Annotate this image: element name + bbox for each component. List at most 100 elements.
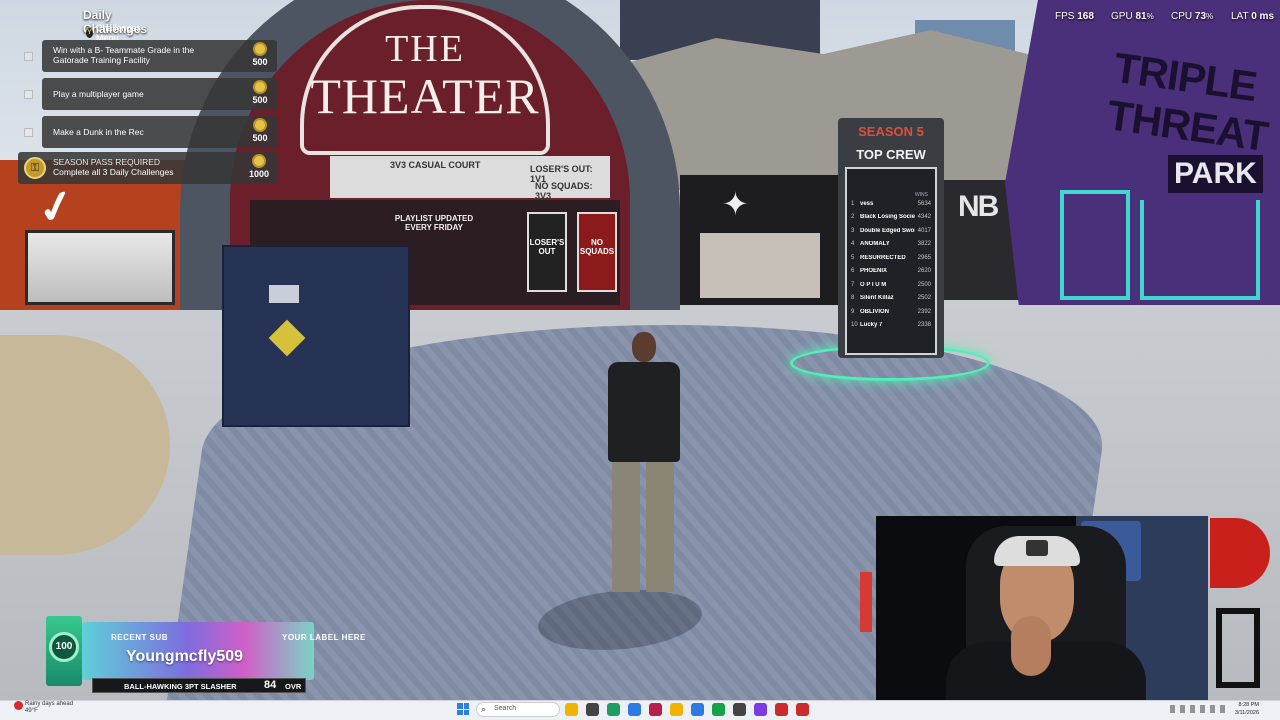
taskbar-clock[interactable]: 8:28 PM 3/11/2026 [1232,701,1259,717]
jordan-store [680,175,840,305]
leaderboard-crew-name: Double Edged Sword [860,227,915,234]
player-torso [608,362,680,462]
leaderboard-score: 2965 [917,254,931,261]
taskbar-search-input[interactable] [476,702,560,717]
player-build-name: BALL-HAWKING 3PT SLASHER [124,682,237,691]
challenge-item[interactable]: Win with a B- Teammate Grade in the Gato… [42,40,277,72]
season-pass-reward: 1000 [246,154,272,179]
player-leg [612,457,640,592]
player-leg [646,457,674,592]
taskbar-search-placeholder: Search [494,705,517,712]
leaderboard-score: 4017 [917,227,931,234]
reward-value: 500 [252,133,268,143]
your-label-text: YOUR LABEL HERE [282,633,366,642]
park-sign: PARK [1168,155,1263,193]
taskbar-app-icon[interactable] [775,703,788,716]
no-squads-poster-text: NO SQUADS [579,238,615,256]
leaderboard-row: 7 O P I U M 2500 [851,278,931,292]
season-pass-challenge[interactable]: ⚿ SEASON PASS REQUIRED Complete all 3 Da… [18,152,277,184]
challenge-item[interactable]: Play a multiplayer game 500 [42,78,277,110]
weather-alert-icon[interactable] [14,701,23,710]
challenge-reward: 500 [249,42,271,67]
weather-headline: Rainy days ahead [25,701,74,707]
challenge-text-line: Gatorade Training Facility [53,55,150,65]
taskbar-app-icon[interactable] [712,703,725,716]
streamer-hand [1011,616,1051,676]
losers-out-poster-text: LOSER'S OUT [529,238,565,256]
leaderboard-score: 2392 [917,308,931,315]
leaderboard-crew-name: Lucky 7 [860,322,883,329]
taskbar-app-icon[interactable] [607,703,620,716]
playlist-line-1: PLAYLIST UPDATED [394,214,474,223]
taskbar-app-icon[interactable] [565,703,578,716]
theater-marquee: 3V3 CASUAL COURT LOSER'S OUT: 1V1 NO SQU… [330,156,610,201]
leaderboard-rank: 6 [851,268,855,275]
leaderboard-score: 5634 [917,200,931,207]
player-character [598,332,688,602]
player-overall-label: OVR [285,682,302,691]
vc-coin-icon [253,80,267,94]
season-pass-description: Complete all 3 Daily Challenges [53,167,174,177]
webcam-frame-accent [860,572,872,632]
taskbar-app-icon[interactable] [796,703,809,716]
challenge-item[interactable]: Make a Dunk in the Rec 500 [42,116,277,148]
challenge-text: Win with a B- Teammate Grade in the Gato… [53,45,238,65]
leaderboard-row: 3 Double Edged Sword 4017 [851,224,931,238]
gpu-label: GPU [1111,11,1133,22]
taskbar-date: 3/11/2026 [1234,710,1259,716]
latency-unit: ms [1259,11,1274,22]
marquee-line-1: 3V3 CASUAL COURT [390,160,481,170]
player-overall-value: 84 [264,679,277,691]
leaderboard-row: 9 OBLIVION 2392 [851,305,931,319]
hazard-sign-icon [268,319,306,357]
taskbar-app-icon[interactable] [586,703,599,716]
shipping-container [222,245,410,427]
sub-badge-count: 100 [49,632,79,662]
theater-sign: THE THEATER [300,5,550,155]
streamer-brand-logo [1210,518,1280,698]
season-pass-lock-icon: ⚿ [24,157,46,179]
system-tray-icons[interactable] [1170,705,1225,713]
taskbar-app-icon[interactable] [733,703,746,716]
jordan-store-window [700,233,820,298]
leaderboard-score: 2338 [917,322,931,329]
taskbar-app-icon[interactable] [649,703,662,716]
taskbar-app-icon[interactable] [670,703,683,716]
taskbar-app-icon[interactable] [628,703,641,716]
leaderboard-row: 5 RESURRECTED 2965 [851,251,931,265]
leaderboard-crew-name: RESURRECTED [860,254,906,261]
leaderboard-score: 2620 [917,268,931,275]
taskbar-app-icon[interactable] [754,703,767,716]
leaderboard-score-header: WINS [914,192,928,198]
container-plate [269,285,299,303]
neon-frame [1140,200,1260,300]
new-balance-logo: NB [958,190,999,223]
challenge-checkbox [24,90,33,99]
nike-swoosh-icon: ✓ [33,179,80,236]
challenge-text: Make a Dunk in the Rec [53,127,144,137]
webcam-feed [876,516,1208,702]
leaderboard-rank: 1 [851,200,855,207]
reward-value: 500 [252,95,268,105]
leaderboard-rank: 4 [851,241,855,248]
leaderboard-crew-name: PHOENIX [860,268,888,275]
reward-value: 500 [252,57,268,67]
jumpman-icon: ✦ [722,186,749,222]
reward-value: 1000 [248,169,270,179]
leaderboard-rank: 2 [851,214,855,221]
weather-temperature: 49°F [25,708,38,714]
weather-widget[interactable]: Rainy days ahead 49°F [25,701,73,715]
y-button-icon: Y [86,28,93,38]
taskbar-app-icon[interactable] [691,703,704,716]
windows-start-icon[interactable] [457,703,469,715]
leaderboard-crew-name: O P I U M [860,281,887,288]
leaderboard-row: 8 Silent Killaz 2502 [851,292,931,306]
nike-store-window [25,230,175,305]
challenge-text: Play a multiplayer game [53,89,144,99]
leaderboard-rank: 7 [851,281,855,288]
search-icon: ⌕ [481,704,487,714]
challenge-reward: 500 [249,118,271,143]
leaderboard-score: 2500 [917,281,931,288]
fps-value: 168 [1077,11,1094,22]
fps-readout: FPS 168 [1055,11,1094,22]
